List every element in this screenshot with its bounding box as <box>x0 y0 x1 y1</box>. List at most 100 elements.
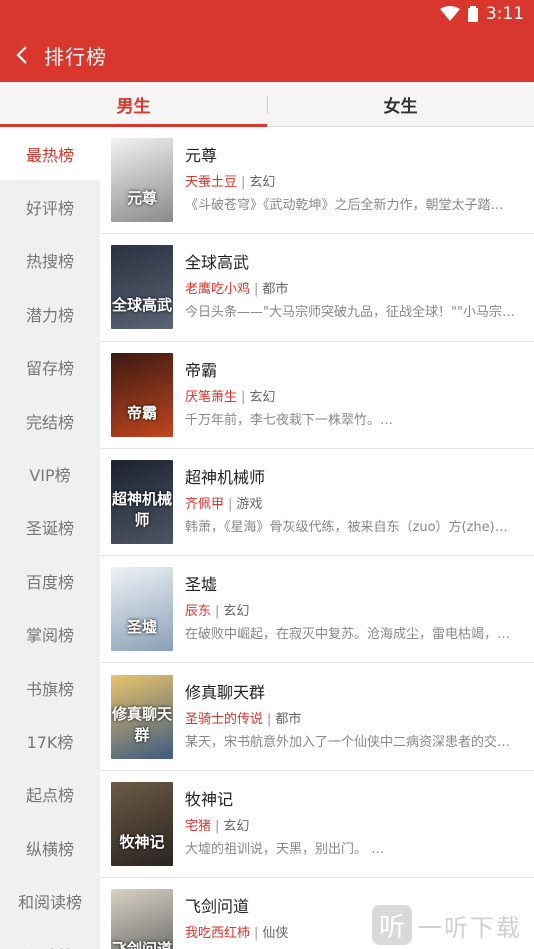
cover-title: 元尊 <box>126 189 157 208</box>
cover-title: 圣墟 <box>126 618 157 637</box>
watermark-logo: 听 <box>372 905 412 945</box>
status-time: 3:11 <box>485 4 524 24</box>
watermark-text: 一听下载 <box>418 913 522 942</box>
book-description: 《斗破苍穹》《武动乾坤》之后全新力作，朝堂太子踏上修炼之路 <box>185 198 515 214</box>
book-genre: 游戏 <box>236 497 263 513</box>
watermark: 听 一听下载 <box>372 903 532 947</box>
book-cover: 修真聊天群 <box>111 674 173 759</box>
book-meta: 辰东 | 玄幻 <box>185 603 515 621</box>
book-item[interactable]: 牧神记 牧神记 宅猪 | 玄幻 大墟的祖训说，天黑，别出门。 … <box>100 771 534 879</box>
book-title: 全球高武 <box>185 253 250 273</box>
sidebar-item-zongheng[interactable]: 纵横榜 <box>0 821 100 874</box>
sidebar-item-potential[interactable]: 潜力榜 <box>0 287 100 340</box>
book-title: 修真聊天群 <box>185 682 266 702</box>
book-info: 帝霸 厌笔萧生 | 玄幻 千万年前，李七夜栽下一株翠竹。… <box>185 360 515 430</box>
book-meta: 老鹰吃小鸡 | 都市 <box>185 281 515 299</box>
book-item[interactable]: 修真聊天群 修真聊天群 圣骑士的传说 | 都市 某天，宋书航意外加入了一个仙侠中二病… <box>100 663 534 771</box>
book-author[interactable]: 齐佩甲 <box>185 497 224 512</box>
sidebar-item-hottest[interactable]: 最热榜 <box>0 127 100 181</box>
book-genre: 仙侠 <box>262 926 289 942</box>
book-cover: 全球高武 <box>111 245 173 330</box>
page-title: 排行榜 <box>44 44 107 69</box>
book-cover: 圣墟 <box>111 567 173 652</box>
sidebar-item-retention[interactable]: 留存榜 <box>0 341 100 394</box>
meta-separator: | <box>241 175 246 191</box>
book-genre: 玄幻 <box>223 818 250 834</box>
sidebar-item-zhangyue[interactable]: 掌阅榜 <box>0 608 100 661</box>
book-cover: 超神机械师 <box>111 460 173 545</box>
book-info: 全球高武 老鹰吃小鸡 | 都市 今日头条——"大马宗师突破九品，征战全球！""小马宗… <box>185 252 515 322</box>
book-list: 元尊 元尊 天蚕土豆|玄幻 《斗破苍穹》《武动乾坤》之后全新力作，朝堂太子踏上修… <box>100 127 534 949</box>
book-genre: 都市 <box>275 711 302 727</box>
book-meta: 圣骑士的传说 | 都市 <box>185 711 515 729</box>
meta-separator: | <box>254 282 259 298</box>
tab-female[interactable]: 女生 <box>267 82 534 126</box>
cover-title: 全球高武 <box>111 296 172 315</box>
book-item[interactable]: 元尊 元尊 天蚕土豆 |玄幻 《斗破苍穹》《武动乾坤》之后全新力作，朝堂太子踏上修… <box>100 127 534 235</box>
sidebar-item-vip[interactable]: VIP榜 <box>0 447 100 500</box>
sidebar-item-completed[interactable]: 完结榜 <box>0 394 100 447</box>
book-author[interactable]: 我吃西红柿 <box>185 926 250 941</box>
book-meta: 齐佩甲 | 游戏 <box>185 496 515 514</box>
meta-separator: | <box>215 818 220 834</box>
sidebar-item-17k[interactable]: 17K榜 <box>0 714 100 767</box>
tab-divider <box>267 96 268 114</box>
sidebar-item-baidu[interactable]: 百度榜 <box>0 554 100 607</box>
meta-separator: | <box>254 926 259 942</box>
sidebar-item-best-rated[interactable]: 好评榜 <box>0 180 100 233</box>
book-genre: 玄幻 <box>223 604 250 620</box>
sidebar-item-shuqi[interactable]: 书旗榜 <box>0 661 100 714</box>
book-author[interactable]: 天蚕土豆 <box>185 175 237 190</box>
book-meta: 厌笔萧生 | 玄幻 <box>185 389 515 407</box>
book-cover: 牧神记 <box>111 781 173 866</box>
app-header: 3:11 排行榜 <box>0 0 534 82</box>
book-genre: 都市 <box>262 282 289 298</box>
cover-title: 飞剑问道 <box>111 938 173 949</box>
book-cover: 元尊 <box>111 138 173 223</box>
sidebar-item-yuedu[interactable]: 阅读榜 <box>0 928 100 949</box>
book-info: 修真聊天群 圣骑士的传说 | 都市 某天，宋书航意外加入了一个仙侠中二病资深患者的交… <box>185 682 515 752</box>
book-info: 超神机械师 齐佩甲 | 游戏 韩萧，《星海》骨灰级代练，被来自东（zuo）方(zhe… <box>185 467 515 537</box>
book-author[interactable]: 厌笔萧生 <box>185 390 237 405</box>
book-genre: 玄幻 <box>249 389 276 405</box>
book-item[interactable]: 帝霸 帝霸 厌笔萧生 | 玄幻 千万年前，李七夜栽下一株翠竹。… <box>100 342 534 449</box>
book-author[interactable]: 宅猪 <box>185 819 211 834</box>
book-info: 圣墟 辰东 |玄幻 在破败中崛起，在寂灭中复苏。沧海成尘，雷电枯竭，那一缕幽雾 <box>185 574 515 644</box>
meta-separator: | <box>267 711 272 727</box>
cover-title: 牧神记 <box>119 832 165 851</box>
back-button[interactable] <box>0 30 44 80</box>
ranking-sidebar: 最热榜 好评榜 热搜榜 潜力榜 留存榜 完结榜 VIP榜 圣诞榜 百度榜 掌阅榜… <box>0 127 100 949</box>
cover-title: 超神机械师 <box>111 490 172 530</box>
book-item[interactable]: 圣墟 圣墟 辰东 |玄幻 在破败中崛起，在寂灭中复苏。沧海成尘，雷电枯竭，那一缕幽… <box>100 556 534 664</box>
status-bar: 3:11 <box>439 4 524 24</box>
cover-title: 帝霸 <box>126 403 157 422</box>
sidebar-item-heyuedu[interactable]: 和阅读榜 <box>0 874 100 927</box>
app-bar: 排行榜 <box>0 30 534 80</box>
book-cover: 飞剑问道 <box>111 889 173 949</box>
book-meta: 天蚕土豆 | 玄幻 <box>185 174 515 192</box>
book-description: 大墟的祖训说，天黑，别出门。 … <box>185 841 385 857</box>
tab-male[interactable]: 男生 <box>0 82 267 127</box>
sidebar-item-hot-search[interactable]: 热搜榜 <box>0 234 100 287</box>
book-description: 某天，宋书航意外加入了一个仙侠中二病资深患者的交流群…… <box>185 734 515 750</box>
book-meta: 宅猪 | 玄幻 <box>185 818 515 836</box>
cover-title: 修真聊天群 <box>111 704 172 744</box>
wifi-icon <box>439 6 460 21</box>
meta-separator: | <box>241 389 246 405</box>
book-author[interactable]: 圣骑士的传说 <box>185 712 263 727</box>
book-item[interactable]: 全球高武 全球高武 老鹰吃小鸡 | 都市 今日头条——"大马宗师突破九品，征战全球！… <box>100 234 534 342</box>
book-author[interactable]: 辰东 <box>185 604 211 619</box>
sidebar-item-christmas[interactable]: 圣诞榜 <box>0 501 100 554</box>
book-title: 超神机械师 <box>185 468 266 488</box>
book-info: 元尊 天蚕土豆 |玄幻 《斗破苍穹》《武动乾坤》之后全新力作，朝堂太子踏上修炼之路 <box>185 145 515 215</box>
book-item[interactable]: 超神机械师 超神机械师 齐佩甲 | 游戏 韩萧，《星海》骨灰级代练，被来自东（zuo… <box>100 449 534 557</box>
battery-icon <box>467 6 478 22</box>
book-description: 千万年前，李七夜栽下一株翠竹。… <box>185 412 394 428</box>
book-title: 元尊 <box>185 146 218 166</box>
book-author[interactable]: 老鹰吃小鸡 <box>185 282 250 297</box>
meta-separator: | <box>228 497 233 513</box>
sidebar-item-qidian[interactable]: 起点榜 <box>0 768 100 821</box>
book-description: 韩萧，《星海》骨灰级代练，被来自东（zuo）方(zhe)的神秘力量 <box>185 520 515 536</box>
book-title: 帝霸 <box>185 360 218 380</box>
book-title: 圣墟 <box>185 575 218 595</box>
